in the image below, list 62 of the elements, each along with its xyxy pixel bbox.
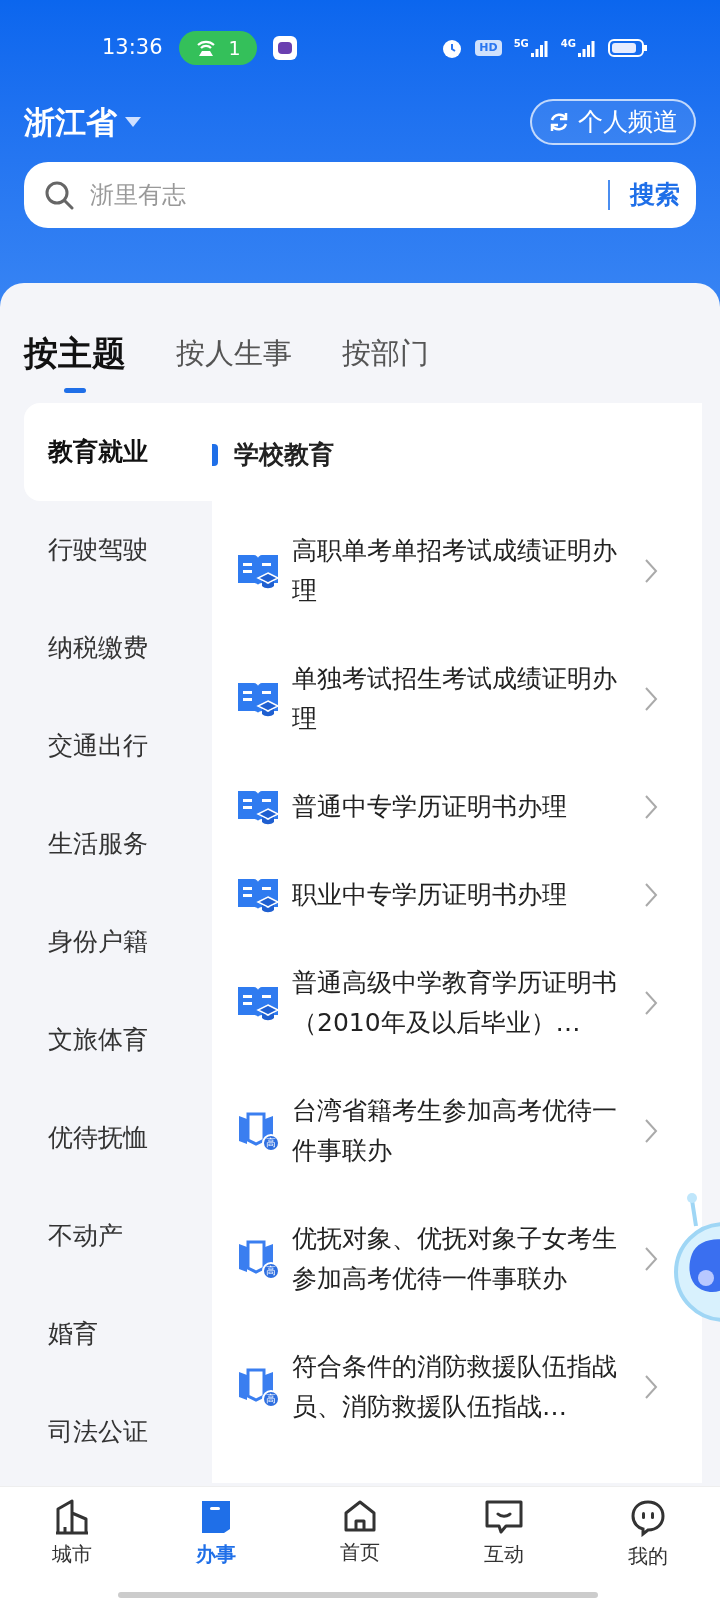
signal-icon xyxy=(530,39,549,57)
chevron-right-icon xyxy=(644,1246,658,1272)
nav-tab[interactable]: 我的 xyxy=(576,1487,720,1600)
sidebar-item[interactable]: 文旅体育 xyxy=(24,991,212,1089)
notebook-icon xyxy=(200,1499,232,1535)
network-type: 5G xyxy=(513,39,529,49)
sidebar-item[interactable]: 婚育 xyxy=(24,1285,212,1383)
service-item[interactable]: 高 符合条件的消防救援队伍指战员、消防救援队伍指战… xyxy=(212,1323,662,1451)
alarm-icon xyxy=(441,37,464,59)
sidebar-item[interactable]: 行驶驾驶 xyxy=(24,501,212,599)
chevron-right-icon xyxy=(644,686,658,712)
section-marker xyxy=(212,444,218,466)
nav-tab[interactable]: 首页 xyxy=(288,1487,432,1600)
search-icon xyxy=(44,180,74,210)
category-tab[interactable]: 按部门 xyxy=(342,331,429,393)
chevron-right-icon xyxy=(644,1374,658,1400)
home-icon xyxy=(343,1499,377,1533)
ghost-face-icon xyxy=(630,1499,666,1537)
gao-badge: 高 xyxy=(262,1390,280,1408)
chevron-right-icon xyxy=(644,990,658,1016)
chevron-right-icon xyxy=(644,794,658,820)
section-title: 学校教育 xyxy=(234,439,334,472)
sidebar-item[interactable]: 教育就业 xyxy=(24,403,212,501)
sidebar-item[interactable]: 司法公证 xyxy=(24,1383,212,1481)
hotspot-count: 1 xyxy=(228,35,241,61)
gao-badge: 高 xyxy=(262,1134,280,1152)
search-field[interactable]: 浙里有志 搜索 xyxy=(24,162,696,228)
service-item[interactable]: 职业中专学历证明书办理 xyxy=(212,851,662,939)
nav-tab[interactable]: 互动 xyxy=(432,1487,576,1600)
category-tab[interactable]: 按主题 xyxy=(24,331,126,393)
app-notification-icon xyxy=(272,36,297,60)
sidebar-item[interactable]: 交通出行 xyxy=(24,697,212,795)
status-time: 13:36 xyxy=(102,34,163,62)
battery-icon xyxy=(608,38,648,58)
network-type: 4G xyxy=(560,39,576,49)
sidebar-item[interactable]: 身份户籍 xyxy=(24,893,212,991)
signal-icon xyxy=(578,39,596,57)
nav-tab[interactable]: 办事 xyxy=(144,1487,288,1600)
refresh-icon xyxy=(548,111,570,133)
search-button[interactable]: 搜索 xyxy=(630,176,680,214)
sidebar-item[interactable]: 不动产 xyxy=(24,1187,212,1285)
chat-icon xyxy=(484,1499,524,1535)
hd-indicator: HD xyxy=(475,39,502,57)
service-item[interactable]: 普通中专学历证明书办理 xyxy=(212,763,662,851)
service-item[interactable]: 单独考试招生考试成绩证明办理 xyxy=(212,635,662,763)
province-selector[interactable]: 浙江省 xyxy=(24,98,141,146)
sidebar-item[interactable]: 优待抚恤 xyxy=(24,1089,212,1187)
personal-channel-button[interactable]: 个人频道 xyxy=(530,99,696,145)
service-item[interactable]: 高 台湾省籍考生参加高考优待一件事联办 xyxy=(212,1067,662,1195)
sidebar-item[interactable]: 纳税缴费 xyxy=(24,599,212,697)
sidebar-item[interactable]: 生活服务 xyxy=(24,795,212,893)
category-tab[interactable]: 按人生事 xyxy=(176,331,292,393)
service-item[interactable]: 高 优抚对象、优抚对象子女考生参加高考优待一件事联办 xyxy=(212,1195,662,1323)
gao-badge: 高 xyxy=(262,1262,280,1280)
service-item[interactable]: 高职单考单招考试成绩证明办理 xyxy=(212,507,662,635)
building-icon xyxy=(55,1499,89,1535)
nav-tab[interactable]: 城市 xyxy=(0,1487,144,1600)
chevron-right-icon xyxy=(644,1118,658,1144)
chevron-right-icon xyxy=(644,558,658,584)
chevron-right-icon xyxy=(644,882,658,908)
service-item[interactable]: 普通高级中学教育学历证明书（2010年及以后毕业）… xyxy=(212,939,662,1067)
caret-icon xyxy=(125,117,141,127)
